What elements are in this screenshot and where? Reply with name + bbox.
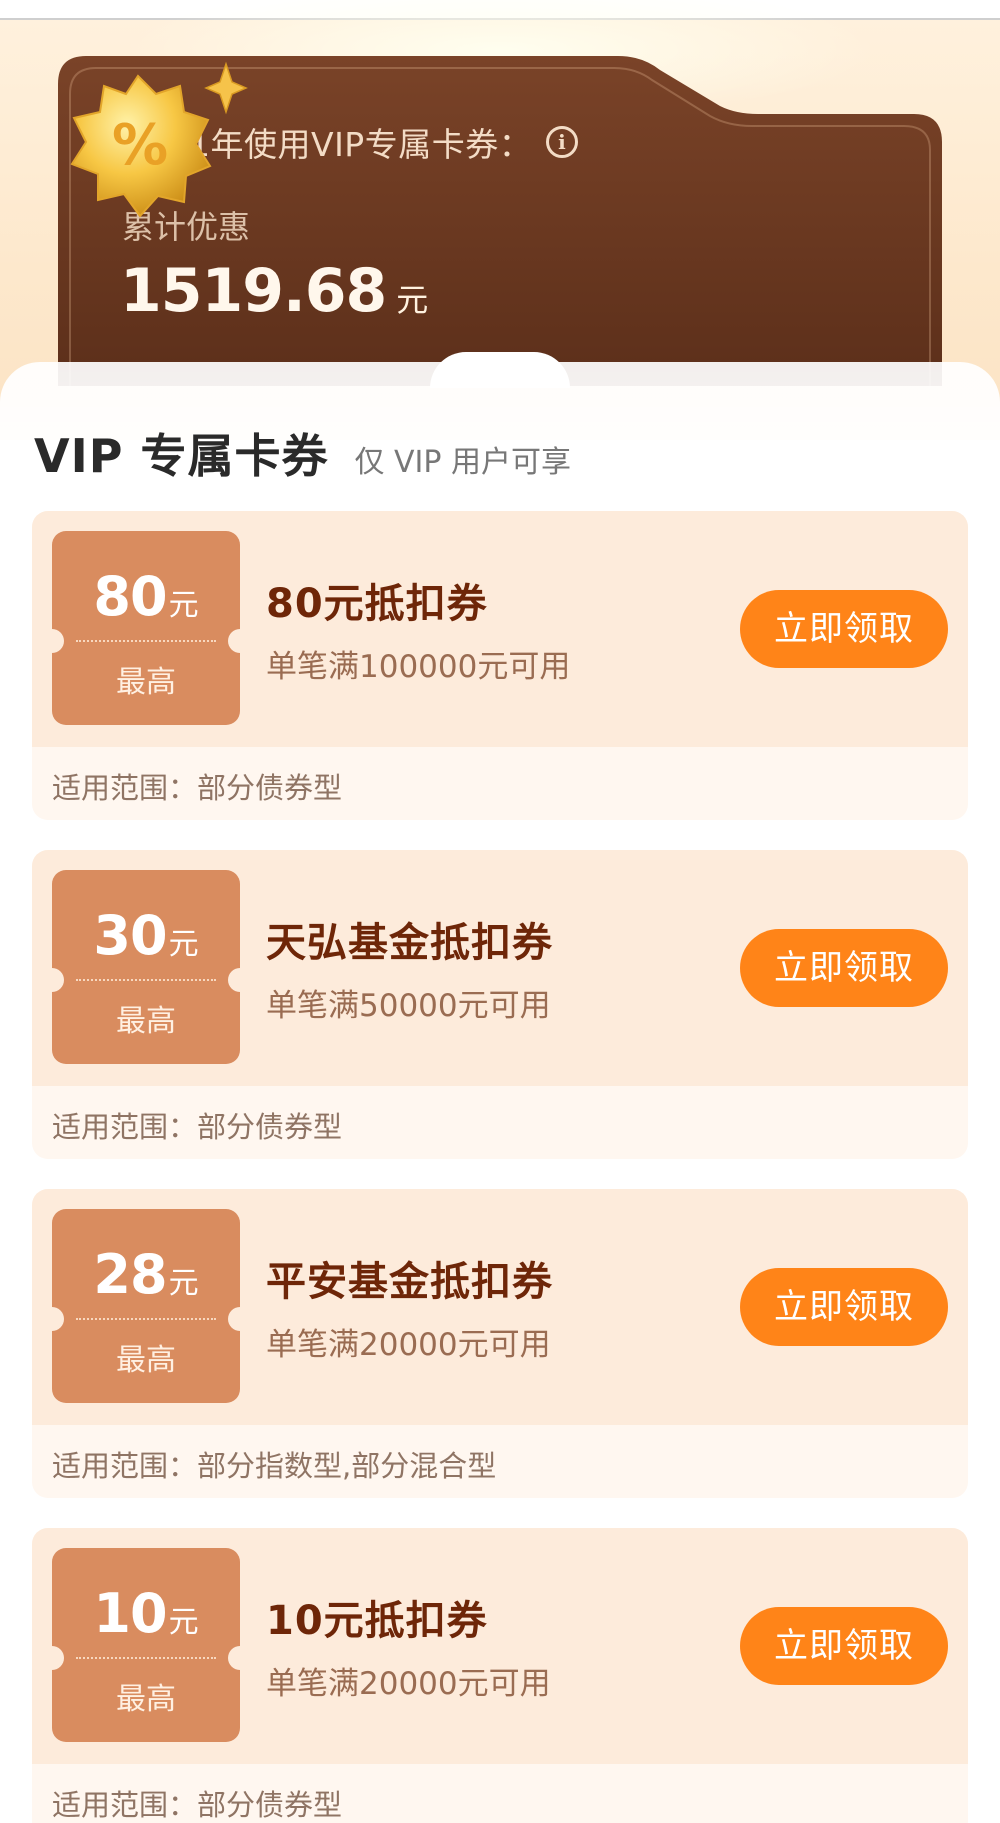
coupon-amount-label: 最高 [116, 665, 176, 700]
coupon-condition: 单笔满100000元可用 [266, 649, 571, 685]
coupon-card: 80元 最高 80元抵扣券 单笔满100000元可用 立即领取 适用范围：部分债… [32, 511, 968, 820]
claim-button[interactable]: 立即领取 [740, 1607, 948, 1685]
info-icon[interactable]: i [546, 126, 579, 158]
coupon-scope: 适用范围：部分债券型 [52, 1788, 343, 1822]
claim-button[interactable]: 立即领取 [740, 1268, 948, 1346]
stub-notch [228, 1307, 252, 1331]
coupon-amount-stub: 80元 最高 [40, 531, 252, 725]
cumulative-unit: 元 [396, 281, 429, 319]
coupon-amount-number: 80 [93, 565, 167, 628]
coupon-amount-stub: 28元 最高 [40, 1209, 252, 1403]
coupon-main: 80元 最高 80元抵扣券 单笔满100000元可用 立即领取 [32, 511, 968, 747]
coupon-condition: 单笔满20000元可用 [266, 1327, 551, 1363]
coupon-amount-unit: 元 [168, 1266, 199, 1301]
section-header: VIP 专属卡券 仅 VIP 用户可享 [34, 420, 571, 486]
coupon-amount-unit: 元 [168, 1605, 199, 1640]
claim-button[interactable]: 立即领取 [740, 929, 948, 1007]
coupon-card: 30元 最高 天弘基金抵扣券 单笔满50000元可用 立即领取 适用范围：部分债… [32, 850, 968, 1159]
coupon-main: 10元 最高 10元抵扣券 单笔满20000元可用 立即领取 [32, 1528, 968, 1764]
coupon-condition: 单笔满20000元可用 [266, 1666, 551, 1702]
coupon-title: 天弘基金抵扣券 [266, 920, 553, 966]
coupon-card: 28元 最高 平安基金抵扣券 单笔满20000元可用 立即领取 适用范围：部分指… [32, 1189, 968, 1498]
gold-percent-badge-icon: % [70, 61, 248, 218]
coupon-amount-label: 最高 [116, 1004, 176, 1039]
stub-notch [228, 968, 252, 992]
coupon-amount-stub: 30元 最高 [40, 870, 252, 1064]
coupon-main: 30元 最高 天弘基金抵扣券 单笔满50000元可用 立即领取 [32, 850, 968, 1086]
coupon-main: 28元 最高 平安基金抵扣券 单笔满20000元可用 立即领取 [32, 1189, 968, 1425]
badge-percent-symbol: % [112, 113, 168, 178]
claim-button[interactable]: 立即领取 [740, 590, 948, 668]
stub-divider [76, 979, 216, 981]
coupon-amount: 30元 [52, 904, 240, 967]
stub-divider [76, 1318, 216, 1320]
stub-notch [40, 1646, 64, 1670]
section-subtitle: 仅 VIP 用户可享 [354, 445, 571, 480]
coupon-amount: 80元 [52, 565, 240, 628]
coupon-title: 平安基金抵扣券 [266, 1259, 553, 1305]
coupon-amount-number: 10 [93, 1582, 167, 1645]
cumulative-value: 1519.68 [120, 256, 387, 326]
stub-divider [76, 1657, 216, 1659]
coupon-amount-number: 28 [93, 1243, 167, 1306]
coupon-condition: 单笔满50000元可用 [266, 988, 551, 1024]
coupon-card: 10元 最高 10元抵扣券 单笔满20000元可用 立即领取 适用范围：部分债券… [32, 1528, 968, 1823]
panel-notch [430, 352, 570, 388]
coupon-title: 10元抵扣券 [266, 1598, 488, 1644]
savings-summary-card: 您近1年使用VIP专属卡券： i 累计优惠 1519.68 元 % [58, 56, 942, 386]
coupon-scope: 适用范围：部分指数型,部分混合型 [52, 1449, 497, 1483]
stub-notch [40, 1307, 64, 1331]
coupon-amount-unit: 元 [168, 927, 199, 962]
coupon-scope: 适用范围：部分债券型 [52, 771, 343, 805]
stub-notch [228, 629, 252, 653]
coupon-amount: 28元 [52, 1243, 240, 1306]
stub-notch [40, 629, 64, 653]
coupon-amount-label: 最高 [116, 1343, 176, 1378]
coupon-amount-unit: 元 [168, 588, 199, 623]
section-title: VIP 专属卡券 [34, 429, 329, 483]
coupon-amount-number: 30 [93, 904, 167, 967]
coupon-amount-label: 最高 [116, 1682, 176, 1717]
vip-coupon-page: 您近1年使用VIP专属卡券： i 累计优惠 1519.68 元 % VIP 专属… [0, 0, 1000, 1823]
stub-notch [40, 968, 64, 992]
stub-divider [76, 640, 216, 642]
coupon-scope: 适用范围：部分债券型 [52, 1110, 343, 1144]
cumulative-amount: 1519.68 元 [120, 256, 428, 326]
coupon-title: 80元抵扣券 [266, 581, 488, 627]
coupon-amount: 10元 [52, 1582, 240, 1645]
stub-notch [228, 1646, 252, 1670]
coupon-amount-stub: 10元 最高 [40, 1548, 252, 1742]
coupon-list: 80元 最高 80元抵扣券 单笔满100000元可用 立即领取 适用范围：部分债… [32, 511, 968, 1823]
